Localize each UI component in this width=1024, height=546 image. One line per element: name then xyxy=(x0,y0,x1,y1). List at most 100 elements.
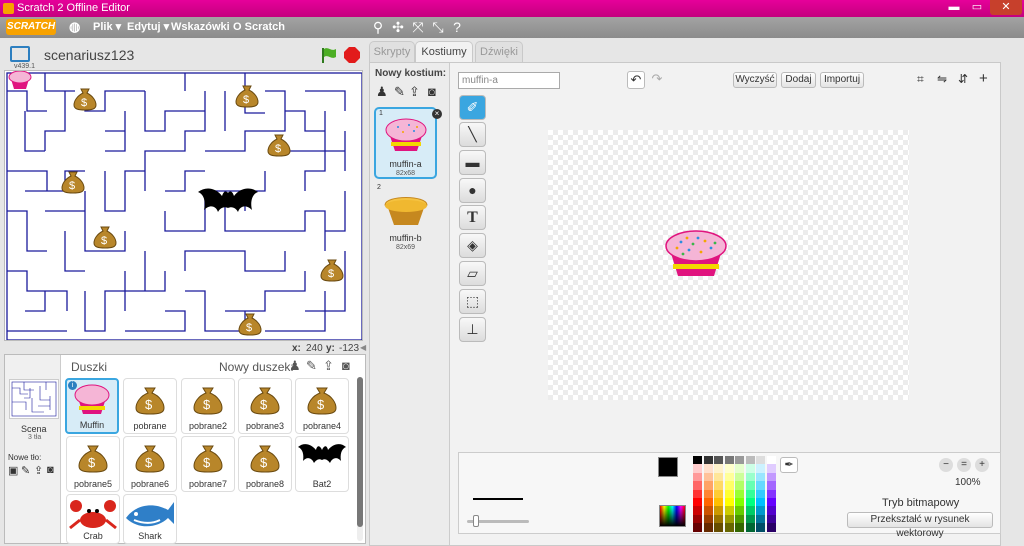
sprite-card-pobrane8[interactable]: $ pobrane8 xyxy=(238,436,292,492)
palette-swatch[interactable] xyxy=(703,523,713,533)
sprite-card-pobrane[interactable]: $ pobrane xyxy=(123,378,177,434)
palette-swatch[interactable] xyxy=(745,523,755,533)
costume-camera-icon[interactable]: ◙ xyxy=(428,84,436,99)
sprite-card-pobrane6[interactable]: $ pobrane6 xyxy=(123,436,177,492)
zoom-reset-icon[interactable]: = xyxy=(957,458,971,472)
palette-swatch[interactable] xyxy=(756,523,765,533)
sprites-scrollbar[interactable] xyxy=(357,377,363,541)
backdrop-paint-icon[interactable]: ✎ xyxy=(21,464,30,477)
palette-swatch[interactable] xyxy=(724,523,734,533)
brush-tool-icon[interactable]: ✐ xyxy=(459,95,486,120)
color-palette[interactable] xyxy=(693,456,777,533)
close-button[interactable]: ✕ xyxy=(990,0,1022,15)
undo-icon[interactable]: ↶ xyxy=(627,71,645,89)
palette-swatch[interactable] xyxy=(714,523,723,533)
costume-paint-icon[interactable]: ✎ xyxy=(394,84,405,100)
money-bag-sprite[interactable]: $ xyxy=(238,308,262,339)
help-tool-icon[interactable]: ? xyxy=(449,19,465,35)
sprite-upload-icon[interactable]: ⇪ xyxy=(323,358,334,374)
sprite-card-pobrane4[interactable]: $ pobrane4 xyxy=(295,378,349,434)
sprite-camera-icon[interactable]: ◙ xyxy=(342,358,350,373)
shrink-tool-icon[interactable]: ⤡ xyxy=(430,19,446,35)
sprite-card-crab[interactable]: Crab xyxy=(66,494,120,544)
collapse-stage-icon[interactable]: ◀ xyxy=(360,343,366,352)
eyedropper-icon[interactable]: ✒ xyxy=(780,457,798,473)
zoom-in-icon[interactable]: + xyxy=(975,458,989,472)
rectangle-tool-icon[interactable]: ▬ xyxy=(459,150,486,175)
sprite-library-icon[interactable]: ♟ xyxy=(289,358,301,374)
sprite-paint-icon[interactable]: ✎ xyxy=(306,358,317,374)
sprite-card-pobrane3[interactable]: $ pobrane3 xyxy=(238,378,292,434)
sprite-card-muffin[interactable]: Muffin i xyxy=(65,378,119,434)
menu-about[interactable]: O Scratch xyxy=(233,20,285,34)
tab-scripts[interactable]: Skrypty xyxy=(369,41,415,63)
primary-color-swatch[interactable] xyxy=(658,457,678,477)
clear-button[interactable]: Wyczyść xyxy=(733,72,777,88)
palette-swatch[interactable] xyxy=(766,523,776,533)
stamp-tool-icon[interactable]: ⊥ xyxy=(459,317,486,342)
fullscreen-icon[interactable] xyxy=(10,46,30,62)
backdrop-camera-icon[interactable]: ◙ xyxy=(47,464,54,476)
costume-library-icon[interactable]: ♟ xyxy=(376,84,388,100)
sprite-card-bat2[interactable]: Bat2 xyxy=(295,436,349,492)
select-tool-icon[interactable]: ⬚ xyxy=(459,289,486,314)
convert-to-vector-button[interactable]: Przekształć w rysunek wektorowy xyxy=(847,512,993,539)
costume-card-1[interactable]: 1 muffin-a 82x68 xyxy=(374,107,437,179)
money-bag-sprite[interactable]: $ xyxy=(267,129,291,160)
zoom-out-icon[interactable]: − xyxy=(939,458,953,472)
sprite-card-shark[interactable]: Shark xyxy=(123,494,177,544)
money-bag-sprite[interactable]: $ xyxy=(93,221,117,252)
menu-file[interactable]: Plik ▾ xyxy=(93,20,121,34)
money-bag-sprite[interactable]: $ xyxy=(320,254,344,285)
flip-horizontal-icon[interactable]: ⇋ xyxy=(937,72,947,86)
stop-icon[interactable] xyxy=(343,46,361,64)
fill-tool-icon[interactable]: ◈ xyxy=(459,233,486,258)
money-bag-sprite[interactable]: $ xyxy=(73,83,97,114)
money-bag-sprite[interactable]: $ xyxy=(235,80,259,111)
stage[interactable]: $ $ $ $ $ $ $ xyxy=(4,70,363,341)
scene-thumbnail[interactable] xyxy=(9,379,59,419)
costume-card-2[interactable]: 2 muffin-b 82x69 xyxy=(374,183,437,255)
import-button[interactable]: Importuj xyxy=(820,72,864,88)
color-picker-gradient[interactable] xyxy=(659,505,686,527)
duplicate-tool-icon[interactable]: ⚲ xyxy=(370,19,386,35)
info-icon[interactable]: i xyxy=(68,381,77,390)
flip-vertical-icon[interactable]: ⇵ xyxy=(958,72,968,86)
redo-icon[interactable]: ↷ xyxy=(648,71,666,89)
text-tool-icon[interactable]: T xyxy=(459,205,486,230)
sprite-card-pobrane2[interactable]: $ pobrane2 xyxy=(181,378,235,434)
paint-canvas[interactable] xyxy=(548,130,909,400)
eraser-tool-icon[interactable]: ▱ xyxy=(459,261,486,286)
scratch-logo[interactable]: SCRATCH xyxy=(6,19,56,35)
cut-tool-icon[interactable]: ✣ xyxy=(390,19,406,35)
add-button[interactable]: Dodaj xyxy=(781,72,816,88)
globe-icon[interactable]: ◍ xyxy=(69,20,80,34)
tab-costumes[interactable]: Kostiumy xyxy=(415,41,473,63)
line-tool-icon[interactable]: ╲ xyxy=(459,122,486,147)
ellipse-tool-icon[interactable]: ● xyxy=(459,178,486,203)
menu-edit[interactable]: Edytuj ▾ xyxy=(127,20,169,34)
grow-tool-icon[interactable]: ⤧ xyxy=(410,19,426,35)
project-title[interactable]: scenariusz123 xyxy=(44,47,134,63)
line-width-slider-handle[interactable] xyxy=(473,515,479,527)
costume-upload-icon[interactable]: ⇪ xyxy=(409,84,420,100)
costume-name-input[interactable] xyxy=(458,72,560,89)
money-bag-sprite[interactable]: $ xyxy=(61,166,85,197)
delete-costume-icon[interactable]: × xyxy=(432,109,442,119)
sprite-card-pobrane5[interactable]: $ pobrane5 xyxy=(66,436,120,492)
crop-icon[interactable]: ⌗ xyxy=(917,72,924,87)
minimize-button[interactable]: ▬ xyxy=(944,0,964,15)
sprite-name: pobrane6 xyxy=(130,479,170,489)
backdrop-library-icon[interactable]: ▣ xyxy=(8,464,18,477)
green-flag-icon[interactable] xyxy=(320,46,338,64)
muffin-sprite[interactable] xyxy=(7,71,33,94)
palette-swatch[interactable] xyxy=(693,523,702,533)
bat-sprite[interactable] xyxy=(198,184,262,231)
maximize-button[interactable]: ▭ xyxy=(966,0,988,15)
palette-swatch[interactable] xyxy=(735,523,744,533)
sprite-card-pobrane7[interactable]: $ pobrane7 xyxy=(181,436,235,492)
tab-sounds[interactable]: Dźwięki xyxy=(475,41,523,63)
backdrop-upload-icon[interactable]: ⇪ xyxy=(34,464,43,477)
menu-tips[interactable]: Wskazówki xyxy=(171,20,230,34)
set-center-icon[interactable]: + xyxy=(979,70,988,87)
